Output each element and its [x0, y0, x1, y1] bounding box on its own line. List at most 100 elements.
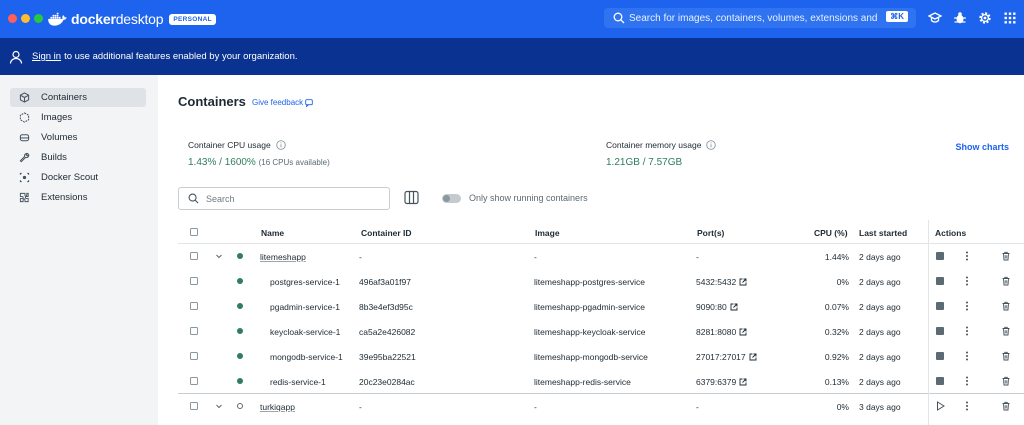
sidebar-item-extensions[interactable]: Extensions: [10, 188, 146, 207]
give-feedback-link[interactable]: Give feedback: [252, 98, 313, 107]
info-icon[interactable]: [706, 140, 717, 150]
table-row[interactable]: postgres-service-1 496af3a01f97 litemesh…: [178, 269, 1024, 294]
row-checkbox[interactable]: [190, 277, 198, 285]
stop-button[interactable]: [936, 302, 944, 310]
container-name[interactable]: redis-service-1: [270, 377, 326, 387]
row-checkbox[interactable]: [190, 327, 198, 335]
running-only-toggle[interactable]: [442, 194, 461, 203]
delete-trash-icon[interactable]: [1001, 301, 1011, 311]
stop-button[interactable]: [936, 377, 944, 385]
learning-center-icon[interactable]: [928, 11, 942, 25]
extensions-icon: [19, 192, 29, 203]
delete-trash-icon[interactable]: [1001, 276, 1011, 286]
brand-desktop: desktop: [115, 11, 164, 27]
row-checkbox[interactable]: [190, 402, 198, 410]
sidebar-item-builds[interactable]: Builds: [10, 148, 146, 167]
select-all-checkbox[interactable]: [190, 228, 198, 236]
minimize-window-button[interactable]: [21, 14, 30, 23]
container-name[interactable]: mongodb-service-1: [270, 352, 343, 362]
chevron-down-icon[interactable]: [215, 252, 223, 260]
container-cpu: 0.32%: [824, 327, 849, 337]
sign-in-link[interactable]: Sign in: [32, 51, 61, 62]
container-search-field[interactable]: [178, 187, 390, 210]
more-options-icon[interactable]: [962, 350, 972, 362]
container-ports: -: [696, 252, 699, 262]
container-image: litemeshapp-keycloak-service: [534, 327, 646, 337]
container-id: 496af3a01f97: [359, 277, 411, 287]
more-options-icon[interactable]: [962, 375, 972, 387]
column-settings-icon[interactable]: [404, 190, 419, 205]
container-ports-link[interactable]: 8281:8080: [696, 327, 747, 337]
close-window-button[interactable]: [8, 14, 17, 23]
container-id: ca5a2e426082: [359, 327, 416, 337]
table-row[interactable]: keycloak-service-1 ca5a2e426082 litemesh…: [178, 319, 1024, 344]
column-header-ports[interactable]: Port(s): [697, 228, 724, 238]
container-name[interactable]: pgadmin-service-1: [270, 302, 340, 312]
sidebar-item-volumes[interactable]: Volumes: [10, 128, 146, 147]
cpu-usage-number: 1.43% / 1600%: [188, 157, 256, 168]
more-options-icon[interactable]: [962, 300, 972, 312]
sidebar-item-label: Docker Scout: [41, 172, 99, 183]
search-icon: [613, 12, 625, 24]
container-cpu: 0%: [836, 402, 849, 412]
table-row[interactable]: turkiqapp - - - 0% 3 days ago: [178, 393, 1024, 418]
column-header-last-started[interactable]: Last started: [859, 228, 907, 238]
delete-trash-icon[interactable]: [1001, 376, 1011, 386]
row-checkbox[interactable]: [190, 302, 198, 310]
table-row[interactable]: litemeshapp - - - 1.44% 2 days ago: [178, 244, 1024, 269]
more-options-icon[interactable]: [962, 250, 972, 262]
container-ports-link[interactable]: 9090:80: [696, 302, 738, 312]
container-name[interactable]: keycloak-service-1: [270, 327, 340, 337]
status-running-dot: [237, 378, 243, 384]
zoom-window-button[interactable]: [34, 14, 43, 23]
sidebar-item-containers[interactable]: Containers: [10, 88, 146, 107]
stop-button[interactable]: [936, 352, 944, 360]
external-link-icon: [739, 278, 747, 286]
give-feedback-label: Give feedback: [252, 98, 304, 107]
table-row[interactable]: redis-service-1 20c23e0284ac litemeshapp…: [178, 369, 1024, 394]
container-ports-link[interactable]: 5432:5432: [696, 277, 747, 287]
row-checkbox[interactable]: [190, 352, 198, 360]
container-ports-link[interactable]: 27017:27017: [696, 352, 757, 362]
column-header-image[interactable]: Image: [535, 228, 560, 238]
table-row[interactable]: pgadmin-service-1 8b3e4ef3d95c litemesha…: [178, 294, 1024, 319]
delete-trash-icon[interactable]: [1001, 351, 1011, 361]
search-input[interactable]: [206, 193, 386, 204]
row-checkbox[interactable]: [190, 252, 198, 260]
stop-button[interactable]: [936, 327, 944, 335]
chevron-down-icon[interactable]: [215, 402, 223, 410]
more-options-icon[interactable]: [962, 400, 972, 412]
apps-grid-icon[interactable]: [1003, 11, 1017, 25]
sidebar-item-docker-scout[interactable]: Docker Scout: [10, 168, 146, 187]
image-icon: [19, 112, 30, 123]
start-play-icon[interactable]: [936, 401, 945, 411]
volume-icon: [19, 134, 30, 142]
show-charts-button[interactable]: Show charts: [955, 142, 1009, 152]
info-icon[interactable]: [275, 140, 286, 150]
container-name[interactable]: postgres-service-1: [270, 277, 340, 287]
more-options-icon[interactable]: [962, 275, 972, 287]
delete-trash-icon[interactable]: [1001, 251, 1011, 261]
troubleshoot-bug-icon[interactable]: [953, 11, 967, 25]
column-header-name[interactable]: Name: [261, 228, 284, 238]
container-name[interactable]: turkiqapp: [260, 402, 295, 412]
status-running-dot: [237, 328, 243, 334]
table-row[interactable]: mongodb-service-1 39e95ba22521 litemesha…: [178, 344, 1024, 369]
settings-gear-icon[interactable]: [978, 11, 992, 25]
sidebar-item-images[interactable]: Images: [10, 108, 146, 127]
delete-trash-icon[interactable]: [1001, 326, 1011, 336]
container-name[interactable]: litemeshapp: [260, 252, 306, 262]
container-ports-link[interactable]: 6379:6379: [696, 377, 747, 387]
row-checkbox[interactable]: [190, 377, 198, 385]
global-search-bar[interactable]: Search for images, containers, volumes, …: [604, 8, 916, 28]
more-options-icon[interactable]: [962, 325, 972, 337]
container-image: -: [534, 402, 537, 412]
column-header-container-id[interactable]: Container ID: [361, 228, 412, 238]
delete-trash-icon[interactable]: [1001, 401, 1011, 411]
search-icon: [188, 193, 199, 204]
stop-button[interactable]: [936, 277, 944, 285]
sidebar-item-label: Volumes: [41, 132, 78, 143]
stop-button[interactable]: [936, 252, 944, 260]
column-header-cpu[interactable]: CPU (%): [814, 228, 848, 238]
container-image: litemeshapp-redis-service: [534, 377, 631, 387]
